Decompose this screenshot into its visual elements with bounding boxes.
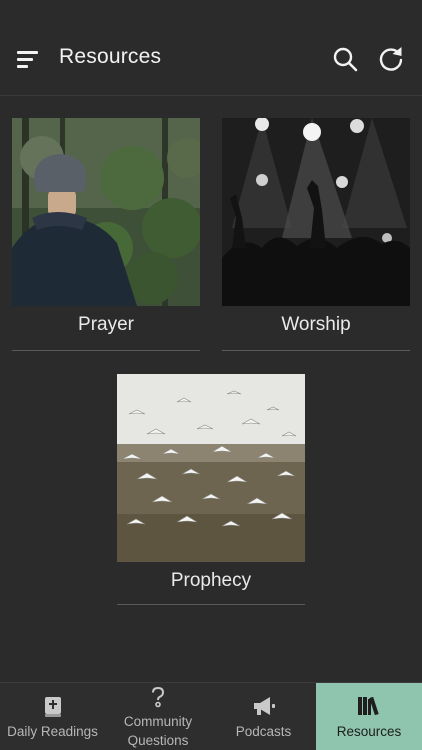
page-title: Resources (59, 45, 162, 68)
divider (12, 350, 200, 351)
tab-label-line2: Questions (127, 733, 189, 748)
concert-crowd-photo (222, 118, 410, 306)
tab-podcasts[interactable]: Podcasts (211, 683, 316, 750)
books-icon (358, 696, 379, 716)
person-in-forest-photo (12, 118, 200, 306)
question-mark-icon (152, 686, 165, 708)
tab-label: Podcasts (235, 724, 292, 739)
tab-label: Daily Readings (7, 724, 98, 739)
resource-label: Worship (281, 314, 351, 335)
search-icon[interactable] (331, 45, 359, 73)
divider (117, 604, 305, 605)
resource-card-prophecy[interactable]: Prophecy (117, 374, 305, 608)
resource-card-prayer[interactable]: Prayer (12, 118, 200, 352)
resource-card-worship[interactable]: Worship (222, 118, 410, 352)
divider (222, 350, 410, 351)
tab-label: Resources (336, 724, 402, 739)
app-header: Resources (0, 0, 422, 96)
tab-resources[interactable]: Resources (316, 683, 422, 750)
resource-label: Prophecy (170, 570, 252, 591)
bible-icon (44, 697, 61, 717)
flock-of-seagulls-photo (117, 374, 305, 562)
refresh-icon[interactable] (377, 45, 405, 73)
hamburger-menu-icon[interactable] (17, 48, 41, 70)
tab-label-line1: Community (123, 714, 193, 729)
bottom-tab-bar: Daily Readings Community Questions Podca… (0, 682, 422, 750)
resource-label: Prayer (78, 314, 134, 335)
tab-daily-readings[interactable]: Daily Readings (0, 683, 105, 750)
tab-community-questions[interactable]: Community Questions (105, 683, 211, 750)
megaphone-icon (253, 697, 275, 715)
